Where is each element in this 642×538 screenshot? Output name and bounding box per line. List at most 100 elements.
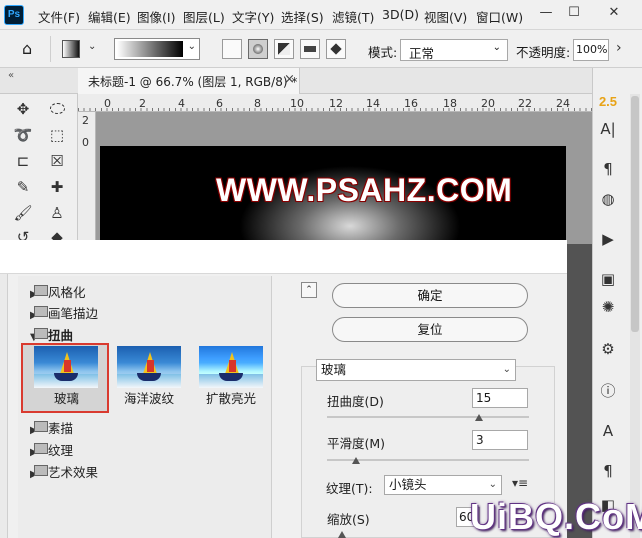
preview-edge bbox=[0, 274, 8, 538]
minimize-button[interactable]: — bbox=[535, 3, 557, 23]
filter-label-ocean-ripple: 海洋波纹 bbox=[124, 391, 175, 406]
reset-button[interactable]: 复位 bbox=[332, 317, 528, 342]
menu-filter[interactable]: 滤镜(T) bbox=[332, 7, 374, 26]
ellipse-marquee-icon[interactable] bbox=[46, 98, 68, 120]
scrollbar-thumb[interactable] bbox=[631, 96, 639, 332]
character-panel-icon[interactable]: A| bbox=[592, 120, 624, 138]
glyphs-panel-icon[interactable]: ◍ bbox=[592, 190, 624, 208]
play-actions-icon[interactable]: ▶ bbox=[592, 230, 624, 248]
site-watermark: UiBQ.CoM bbox=[470, 496, 642, 537]
filter-preview-strip bbox=[0, 240, 567, 274]
collapse-panel-icon[interactable]: « bbox=[8, 70, 14, 81]
texture-select[interactable]: 小镜头 ⌄ bbox=[384, 475, 502, 495]
close-tab-icon[interactable]: × bbox=[284, 72, 295, 87]
category-label: 纹理 bbox=[48, 443, 74, 458]
adjustments-icon[interactable]: ⚙ bbox=[592, 340, 624, 358]
gradient-tool-icon[interactable] bbox=[62, 40, 80, 58]
frame-tool-icon[interactable]: ☒ bbox=[46, 150, 68, 172]
category-distort[interactable]: ▼扭曲 bbox=[30, 325, 73, 344]
chevron-down-icon: ⌄ bbox=[488, 479, 497, 490]
reflected-gradient-button[interactable] bbox=[300, 39, 320, 59]
folder-open-icon bbox=[34, 328, 48, 339]
move-tool-icon[interactable]: ✥ bbox=[12, 98, 34, 120]
menu-file[interactable]: 文件(F) bbox=[38, 7, 80, 26]
chevron-right-icon[interactable]: › bbox=[616, 40, 622, 56]
filter-select-value: 玻璃 bbox=[321, 362, 347, 377]
filter-thumb-glass[interactable] bbox=[34, 346, 98, 388]
document-tab[interactable]: 未标题-1 @ 66.7% (图层 1, RGB/8) * × bbox=[78, 68, 300, 94]
ok-button[interactable]: 确定 bbox=[332, 283, 528, 308]
folder-icon bbox=[34, 285, 48, 296]
document-canvas[interactable]: WWW.PSAHZ.COM bbox=[100, 146, 566, 244]
lasso-tool-icon[interactable]: ➰ bbox=[12, 124, 34, 146]
chevron-down-icon[interactable]: ⌄ bbox=[88, 41, 96, 52]
menu-image[interactable]: 图像(I) bbox=[137, 7, 175, 26]
character-size-label[interactable]: 2.5 bbox=[592, 94, 624, 109]
linear-gradient-button[interactable] bbox=[222, 39, 242, 59]
filter-label-glass: 玻璃 bbox=[54, 391, 80, 406]
distortion-slider[interactable] bbox=[327, 416, 529, 418]
menu-edit[interactable]: 编辑(E) bbox=[88, 7, 131, 26]
brush-settings-icon[interactable]: ✺ bbox=[592, 298, 624, 316]
ruler-number: 2 bbox=[82, 114, 89, 127]
opacity-field[interactable]: 100% bbox=[573, 39, 609, 61]
maximize-button[interactable]: ☐ bbox=[563, 3, 585, 23]
menu-view[interactable]: 视图(V) bbox=[424, 7, 467, 26]
category-artistic[interactable]: ▶艺术效果 bbox=[30, 462, 98, 481]
filter-thumb-diffuse-glow[interactable] bbox=[199, 346, 263, 388]
info-icon[interactable]: ⓘ bbox=[592, 380, 624, 401]
category-sketch[interactable]: ▶素描 bbox=[30, 418, 73, 437]
texture-value: 小镜头 bbox=[389, 477, 427, 492]
distortion-slider-thumb[interactable] bbox=[474, 414, 483, 421]
ruler-number: 18 bbox=[443, 97, 457, 110]
ruler-number: 24 bbox=[556, 97, 570, 110]
crop-tool-icon[interactable]: ⊏ bbox=[12, 150, 34, 172]
angle-gradient-button[interactable] bbox=[274, 39, 294, 59]
folder-icon bbox=[34, 306, 48, 317]
category-brush-strokes[interactable]: ▶画笔描边 bbox=[30, 303, 98, 322]
ruler-number: 16 bbox=[404, 97, 418, 110]
ruler-number: 0 bbox=[104, 97, 111, 110]
eyedropper-icon[interactable]: ✎ bbox=[12, 176, 34, 198]
ruler-number: 14 bbox=[366, 97, 380, 110]
menu-3d[interactable]: 3D(D) bbox=[382, 7, 419, 22]
menu-type[interactable]: 文字(Y) bbox=[232, 7, 274, 26]
category-texture[interactable]: ▶纹理 bbox=[30, 440, 73, 459]
opacity-label: 不透明度: bbox=[516, 45, 571, 60]
gradient-picker[interactable]: ⌄ bbox=[114, 38, 200, 60]
home-icon[interactable]: ⌂ bbox=[22, 39, 32, 58]
texture-menu-icon[interactable]: ▾≡ bbox=[512, 476, 528, 490]
collapse-gallery-button[interactable]: ⌃ bbox=[301, 282, 317, 298]
chevron-down-icon: ⌄ bbox=[187, 41, 196, 52]
scale-slider-thumb[interactable] bbox=[338, 531, 346, 538]
character-styles-icon[interactable]: A bbox=[592, 422, 624, 440]
chevron-down-icon: ⌄ bbox=[502, 364, 511, 375]
paragraph-styles-icon[interactable]: ¶ bbox=[592, 462, 624, 480]
filter-select[interactable]: 玻璃 ⌄ bbox=[316, 359, 516, 381]
smoothness-field[interactable]: 3 bbox=[472, 430, 528, 450]
distortion-field[interactable]: 15 bbox=[472, 388, 528, 408]
menu-layer[interactable]: 图层(L) bbox=[183, 7, 225, 26]
ruler-number: 2 bbox=[139, 97, 146, 110]
smoothness-slider-thumb[interactable] bbox=[351, 457, 360, 464]
filter-thumb-ocean-ripple[interactable] bbox=[117, 346, 181, 388]
divider bbox=[50, 36, 51, 62]
paragraph-panel-icon[interactable]: ¶ bbox=[592, 160, 624, 178]
library-panel-icon[interactable]: ▣ bbox=[592, 270, 624, 288]
scale-label: 缩放(S) bbox=[327, 512, 370, 527]
close-window-button[interactable]: ✕ bbox=[603, 3, 625, 23]
category-label: 风格化 bbox=[48, 285, 86, 300]
texture-label: 纹理(T): bbox=[326, 481, 373, 496]
radial-gradient-button[interactable] bbox=[248, 39, 268, 59]
clone-stamp-icon[interactable]: ♙ bbox=[46, 202, 68, 224]
mode-label: 模式: bbox=[368, 45, 398, 60]
healing-brush-icon[interactable]: ✚ bbox=[46, 176, 68, 198]
quick-select-icon[interactable]: ⬚ bbox=[46, 124, 68, 146]
category-stylize[interactable]: ▶风格化 bbox=[30, 282, 86, 301]
blend-mode-value: 正常 bbox=[409, 46, 435, 61]
menu-window[interactable]: 窗口(W) bbox=[476, 7, 523, 26]
diamond-gradient-button[interactable] bbox=[326, 39, 346, 59]
brush-tool-icon[interactable]: 🖌 bbox=[12, 202, 34, 224]
menu-select[interactable]: 选择(S) bbox=[281, 7, 324, 26]
blend-mode-select[interactable]: 正常 ⌄ bbox=[400, 39, 508, 61]
